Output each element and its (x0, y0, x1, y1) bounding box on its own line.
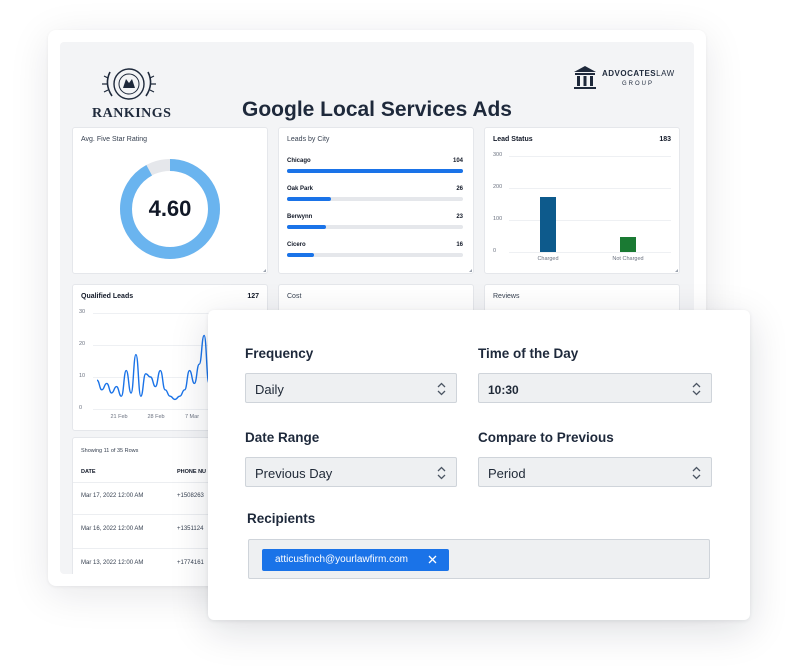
date-range-select[interactable]: Previous Day (245, 457, 457, 487)
table-row-count: Showing 11 of 35 Rows (81, 448, 139, 454)
recipients-input[interactable]: atticusfinch@yourlawfirm.com (248, 539, 710, 579)
city-value: 16 (456, 242, 463, 248)
partner-name: ADVOCATESLAW (602, 69, 675, 78)
rating-panel: Avg. Five Star Rating 4.60 (72, 127, 268, 274)
frequency-label: Frequency (245, 346, 314, 361)
city-row-berwynn: Berwynn 23 (287, 214, 463, 232)
compare-select[interactable]: Period (478, 457, 712, 487)
status-panel-title: Lead Status (493, 136, 533, 143)
y-tick-label: 300 (493, 152, 503, 158)
y-tick-label: 0 (493, 248, 497, 254)
resize-handle-icon[interactable] (263, 269, 266, 272)
lead-status-panel: Lead Status 183 300 200 100 0 Charged Not Cha… (484, 127, 680, 274)
x-tick-label: Charged (537, 256, 559, 262)
x-tick-label: Not Charged (612, 256, 644, 262)
city-row-oak-park: Oak Park 26 (287, 186, 463, 204)
gridline (509, 252, 671, 253)
city-name: Oak Park (287, 186, 314, 192)
recipient-email: atticusfinch@yourlawfirm.com (275, 554, 408, 565)
schedule-settings-card: Frequency Daily Time of the Day 10:30 Da… (208, 310, 750, 620)
city-value: 26 (456, 186, 463, 192)
resize-handle-icon[interactable] (469, 269, 472, 272)
city-bar-fill (287, 197, 331, 201)
city-name: Cicero (287, 242, 306, 248)
city-value: 23 (456, 214, 463, 220)
frequency-select[interactable]: Daily (245, 373, 457, 403)
table-cell-phone: +1351124 (177, 526, 204, 532)
status-panel-total: 183 (659, 136, 671, 143)
table-cell-date: Mar 13, 2022 12:00 AM (81, 560, 144, 566)
select-arrows-icon (692, 466, 701, 480)
cost-panel-title: Cost (287, 293, 302, 300)
city-bar-track (287, 169, 463, 173)
select-arrows-icon (437, 382, 446, 396)
compare-value: Period (488, 466, 526, 481)
time-of-day-value: 10:30 (488, 383, 519, 397)
recipients-label: Recipients (247, 511, 316, 526)
leads-by-city-panel: Leads by City Chicago 104 Oak Park 26 Berwyn… (278, 127, 474, 274)
law-building-icon (574, 66, 596, 89)
recipient-chip[interactable]: atticusfinch@yourlawfirm.com (262, 549, 449, 571)
city-value: 104 (452, 158, 463, 164)
dashboard-title: Google Local Services Ads (242, 98, 512, 121)
x-tick-label: 21 Feb (110, 414, 128, 420)
city-row-cicero: Cicero 16 (287, 242, 463, 260)
table-cell-phone: +1774161 (177, 560, 204, 566)
y-tick-label: 200 (493, 184, 503, 190)
city-bar-track (287, 197, 463, 201)
x-tick-label: 28 Feb (147, 414, 165, 420)
city-name: Chicago (287, 158, 311, 164)
city-bar-track (287, 253, 463, 257)
select-arrows-icon (437, 466, 446, 480)
column-header-phone[interactable]: PHONE NU (177, 469, 206, 475)
table-cell-date: Mar 16, 2022 12:00 AM (81, 526, 144, 532)
city-bar-fill (287, 225, 326, 229)
date-range-value: Previous Day (255, 466, 333, 481)
column-header-date[interactable]: DATE (81, 469, 96, 475)
time-of-day-label: Time of the Day (478, 346, 579, 361)
rating-value: 4.60 (148, 196, 192, 221)
bar-not-charged[interactable] (620, 236, 636, 252)
partner-sub: GROUP (622, 81, 655, 87)
gridline (509, 156, 671, 157)
gridline (509, 220, 671, 221)
table-cell-date: Mar 17, 2022 12:00 AM (81, 493, 144, 499)
select-arrows-icon (692, 382, 701, 396)
x-tick-label: 7 Mar (184, 414, 200, 420)
table-cell-phone: +1508263 (177, 493, 204, 499)
city-panel-title: Leads by City (287, 136, 330, 143)
advocates-law-group-logo: ADVOCATESLAW GROUP (572, 64, 692, 100)
resize-handle-icon[interactable] (675, 269, 678, 272)
bar-charged[interactable] (540, 196, 556, 252)
compare-label: Compare to Previous (478, 430, 614, 445)
frequency-value: Daily (255, 382, 284, 397)
time-of-day-select[interactable]: 10:30 (478, 373, 712, 403)
city-bar-track (287, 225, 463, 229)
y-tick-label: 100 (493, 216, 503, 222)
city-bar-fill (287, 169, 463, 173)
city-bar-fill (287, 253, 315, 257)
qualified-leads-series-line (96, 334, 210, 401)
city-row-chicago: Chicago 104 (287, 158, 463, 176)
remove-recipient-close-icon[interactable] (428, 555, 437, 564)
gridline (509, 188, 671, 189)
city-name: Berwynn (287, 214, 313, 220)
date-range-label: Date Range (245, 430, 320, 445)
reviews-panel-title: Reviews (493, 293, 520, 300)
